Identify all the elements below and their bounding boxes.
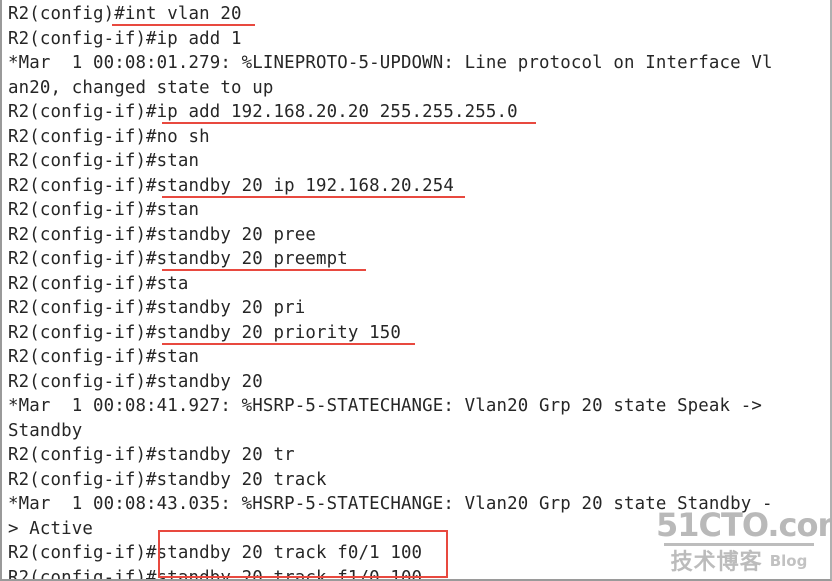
terminal-line: R2(config-if)#standby 20 tr (8, 445, 295, 465)
terminal-line: Standby (8, 420, 83, 441)
terminal-line: R2(config-if)#no sh (8, 126, 210, 147)
site-watermark: 51CTO.com 技术博客 Blog (656, 506, 832, 577)
terminal-line: R2(config-if)#ip add 1 (8, 28, 242, 49)
watermark-site-name: 51CTO.com (656, 506, 832, 544)
red-underline-annotation (162, 343, 415, 345)
watermark-suffix: Blog (769, 552, 808, 570)
console-screenshot: R2(config)#int vlan 20 R2(config-if)#ip a… (0, 0, 832, 581)
terminal-line: *Mar 1 00:08:41.927: %HSRP-5-STATECHANGE… (8, 396, 763, 416)
terminal-line: R2(config-if)#standby 20 pree (8, 224, 316, 245)
terminal-line: R2(config-if)#standby 20 ip 192.168.20.2… (8, 175, 455, 196)
terminal-line: > Active (8, 518, 93, 539)
red-underline-annotation (162, 122, 536, 124)
terminal-line: R2(config-if)#standby 20 preempt (8, 249, 348, 269)
terminal-output[interactable]: R2(config)#int vlan 20 R2(config-if)#ip a… (2, 0, 830, 579)
terminal-line: R2(config-if)#stan (8, 347, 200, 367)
terminal-line: R2(config)#int vlan 20 (8, 4, 242, 24)
terminal-line: an20, changed state to up (8, 77, 274, 98)
terminal-line: R2(config-if)#stan (8, 151, 200, 171)
terminal-line: R2(config-if)#standby 20 priority 150 (8, 322, 401, 343)
watermark-subtitle-row: 技术博客 Blog (656, 548, 822, 577)
terminal-line: R2(config-if)#standby 20 pri (8, 298, 306, 318)
terminal-line: *Mar 1 00:08:01.279: %LINEPROTO-5-UPDOWN… (8, 53, 773, 73)
terminal-line: R2(config-if)#ip add 192.168.20.20 255.2… (8, 102, 518, 122)
terminal-line: R2(config-if)#standby 20 track (8, 469, 327, 490)
red-underline-annotation (162, 269, 366, 271)
terminal-line: R2(config-if)#stan (8, 200, 200, 220)
red-box-annotation (158, 530, 448, 578)
terminal-line: R2(config-if)#sta (8, 273, 189, 294)
watermark-subtitle: 技术博客 (670, 550, 763, 575)
red-underline-annotation (112, 24, 255, 26)
terminal-line: R2(config-if)#standby 20 (8, 371, 263, 392)
red-underline-annotation (162, 196, 465, 198)
